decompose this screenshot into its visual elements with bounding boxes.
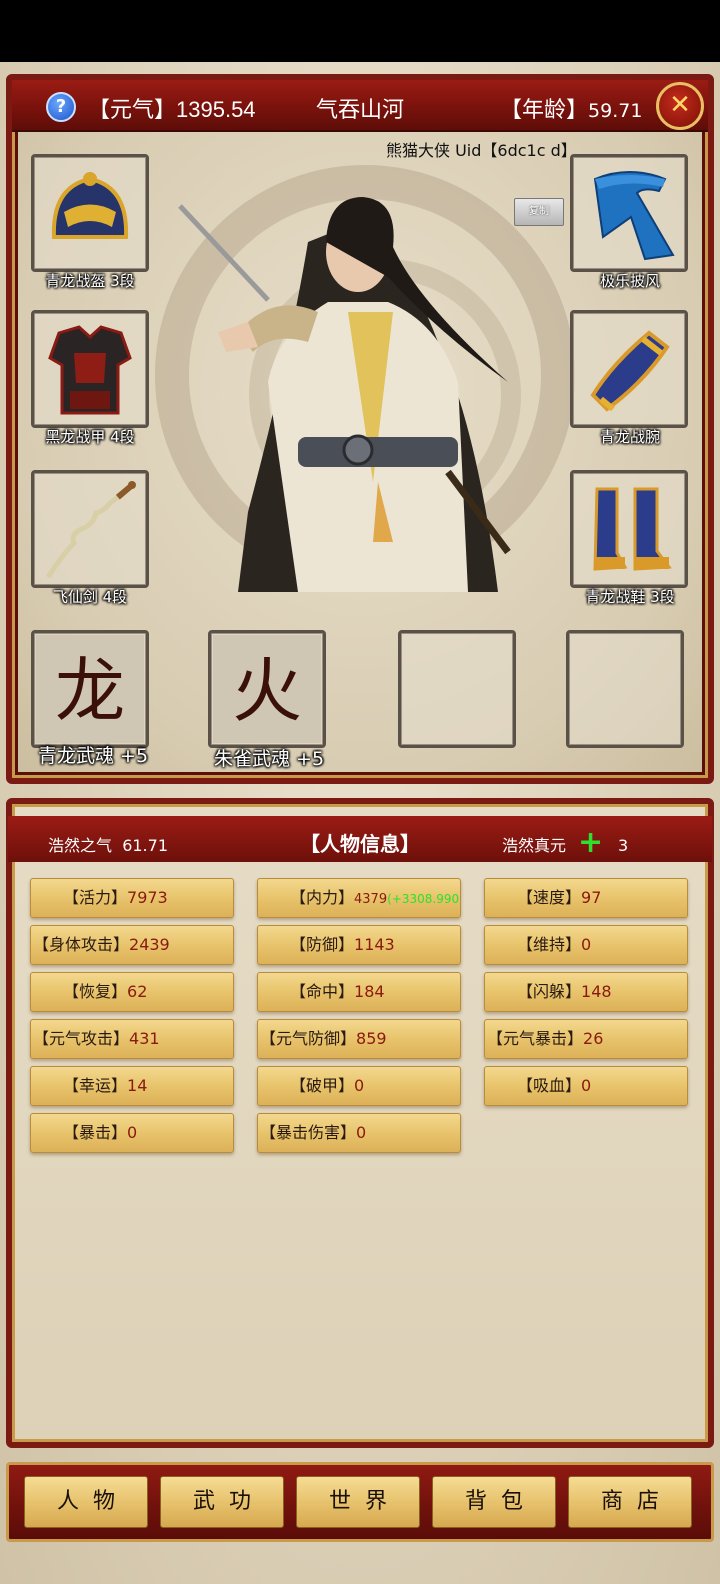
nav-world-button[interactable]: 世界 xyxy=(296,1476,420,1528)
stat-inner-power: 【内力】4379(+3308.990) xyxy=(257,878,461,918)
equipment-slot-cape[interactable] xyxy=(570,154,688,272)
status-bar xyxy=(0,0,720,62)
soul-slot-3[interactable] xyxy=(398,630,516,748)
haoran-label: 浩然之气 xyxy=(48,836,113,855)
stat-sustain: 【维持】0 xyxy=(484,925,688,965)
character-title: 气吞山河 xyxy=(315,98,404,123)
armor-icon xyxy=(48,325,132,415)
equipment-slot-weapon[interactable] xyxy=(31,470,149,588)
zhuque-soul-icon: 火 xyxy=(213,635,321,743)
stat-accuracy: 【命中】184 xyxy=(257,972,461,1012)
stat-crit-damage: 【暴击伤害】0 xyxy=(257,1113,461,1153)
qinglong-soul-icon: 龙 xyxy=(36,635,144,743)
boots-icon xyxy=(593,487,672,571)
stat-armor-break: 【破甲】0 xyxy=(257,1066,461,1106)
close-button[interactable]: ✕ xyxy=(656,82,704,130)
help-icon[interactable]: ? xyxy=(46,92,76,122)
yuanqi-readout: 【元气】1395.54 xyxy=(88,92,256,124)
player-uid: 熊猫大侠 Uid【6dc1c d】 xyxy=(386,141,577,160)
haoran-value: 61.71 xyxy=(122,836,168,855)
stat-body-attack: 【身体攻击】2439 xyxy=(30,925,234,965)
stat-luck: 【幸运】14 xyxy=(30,1066,234,1106)
stat-dodge: 【闪躲】148 xyxy=(484,972,688,1012)
nav-shop-button[interactable]: 商店 xyxy=(568,1476,692,1528)
stat-defense: 【防御】1143 xyxy=(257,925,461,965)
equipment-slot-bracer[interactable] xyxy=(570,310,688,428)
stat-lifesteal: 【吸血】0 xyxy=(484,1066,688,1106)
nav-character-button[interactable]: 人物 xyxy=(24,1476,148,1528)
equipment-label-cape: 极乐披风 xyxy=(599,272,660,290)
helmet-icon xyxy=(51,172,129,239)
cape-icon xyxy=(593,171,675,261)
zhenyuan-label: 浩然真元 xyxy=(502,836,567,855)
zhenyuan-value: 3 xyxy=(618,836,629,855)
age-label: 【年龄】 xyxy=(500,98,589,123)
hero-portrait xyxy=(178,197,511,592)
stat-recovery: 【恢复】62 xyxy=(30,972,234,1012)
equipment-slot-boots[interactable] xyxy=(570,470,688,588)
stat-vitality: 【活力】7973 xyxy=(30,878,234,918)
nav-bag-button[interactable]: 背包 xyxy=(432,1476,556,1528)
yuanqi-value: 1395.54 xyxy=(176,97,256,122)
equipment-label-armor: 黑龙战甲 4段 xyxy=(45,428,135,446)
soul-slot-1[interactable]: 龙 xyxy=(31,630,149,748)
soul-slot-4[interactable] xyxy=(566,630,684,748)
stat-qi-defense: 【元气防御】859 xyxy=(257,1019,461,1059)
plus-icon[interactable]: + xyxy=(578,828,603,858)
soul-label-2: 朱雀武魂 +5 xyxy=(214,748,325,770)
stat-speed: 【速度】97 xyxy=(484,878,688,918)
equipment-label-bracer: 青龙战腕 xyxy=(599,428,660,446)
svg-text:火: 火 xyxy=(232,650,302,732)
age-readout: 【年龄】59.71 xyxy=(500,92,642,124)
stat-qi-crit: 【元气暴击】26 xyxy=(484,1019,688,1059)
soul-label-1: 青龙武魂 +5 xyxy=(38,745,149,767)
yuanqi-label: 【元气】 xyxy=(88,97,177,122)
equipment-slot-helmet[interactable] xyxy=(31,154,149,272)
age-value: 59.71 xyxy=(588,100,643,122)
sword-icon xyxy=(45,481,136,579)
nav-skills-button[interactable]: 武功 xyxy=(160,1476,284,1528)
stat-qi-attack: 【元气攻击】431 xyxy=(30,1019,234,1059)
svg-text:龙: 龙 xyxy=(55,650,125,732)
equipment-label-weapon: 飞仙剑 4段 xyxy=(52,588,128,606)
equipment-label-boots: 青龙战鞋 3段 xyxy=(585,588,675,606)
info-title: 【人物信息】 xyxy=(300,832,420,856)
haoran-qi: 浩然之气 61.71 xyxy=(48,832,168,856)
equipment-slot-armor[interactable] xyxy=(31,310,149,428)
soul-slot-2[interactable]: 火 xyxy=(208,630,326,748)
bracer-icon xyxy=(590,330,670,412)
equipment-label-helmet: 青龙战盔 3段 xyxy=(45,272,135,290)
stat-crit: 【暴击】0 xyxy=(30,1113,234,1153)
